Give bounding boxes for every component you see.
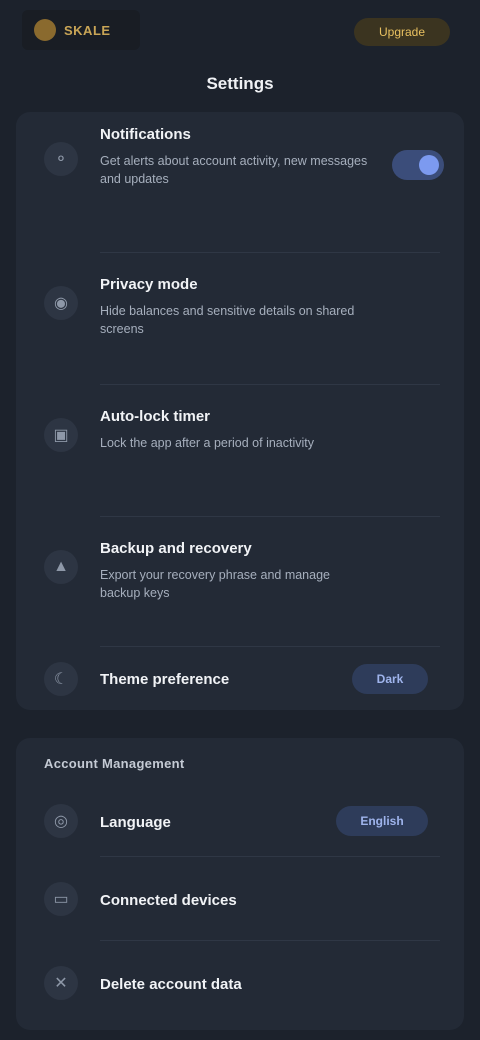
setting-title: Privacy mode [100,276,198,293]
logo-mark-icon [34,19,56,41]
globe-icon: ◎ [44,804,78,838]
top-bar: SKALE Upgrade [0,0,480,64]
setting-description: Get alerts about account activity, new m… [100,154,368,186]
section-title: Account Management [44,756,185,771]
shield-icon: ▲ [44,550,78,584]
moon-icon: ☾ [44,662,78,696]
account-card: Account Management ◎ Language English ▭ … [16,738,464,1030]
upgrade-button[interactable]: Upgrade [354,18,450,46]
setting-notifications[interactable]: ⚬ Notifications Get alerts about account… [16,112,464,250]
setting-title: Backup and recovery [100,540,252,557]
divider [100,856,440,857]
lock-icon: ▣ [44,418,78,452]
setting-title: Notifications [100,126,191,143]
setting-title: Auto-lock timer [100,408,211,425]
device-icon: ▭ [44,882,78,916]
divider [100,252,440,253]
setting-auto-lock[interactable]: ▣ Auto-lock timer Lock the app after a p… [16,386,464,516]
setting-privacy-mode[interactable]: ◉ Privacy mode Hide balances and sensiti… [16,254,464,384]
theme-select-button[interactable]: Dark [352,664,428,694]
brand-logo[interactable]: SKALE [22,10,140,50]
setting-description: Hide balances and sensitive details on s… [100,304,355,336]
setting-backup[interactable]: ▲ Backup and recovery Export your recove… [16,518,464,648]
notifications-toggle[interactable] [392,150,444,180]
eye-icon: ◉ [44,286,78,320]
page-title: Settings [206,74,274,93]
setting-title: Delete account data [100,976,242,993]
trash-icon: ✕ [44,966,78,1000]
setting-theme[interactable]: ☾ Theme preference Dark [16,648,464,710]
divider [100,516,440,517]
divider [100,384,440,385]
bell-icon: ⚬ [44,142,78,176]
setting-title: Theme preference [100,671,230,688]
setting-language[interactable]: ◎ Language English [16,790,464,852]
divider [100,646,440,647]
setting-title: Language [100,814,171,831]
setting-description: Lock the app after a period of inactivit… [100,436,315,450]
language-select-button[interactable]: English [336,806,428,836]
setting-title: Connected devices [100,892,237,909]
settings-card: ⚬ Notifications Get alerts about account… [16,112,464,710]
brand-name: SKALE [64,22,111,38]
divider [100,940,440,941]
toggle-knob [419,155,439,175]
setting-connected-devices[interactable]: ▭ Connected devices [16,860,464,938]
setting-description: Export your recovery phrase and manage b… [100,568,330,600]
setting-delete-data[interactable]: ✕ Delete account data [16,944,464,1022]
